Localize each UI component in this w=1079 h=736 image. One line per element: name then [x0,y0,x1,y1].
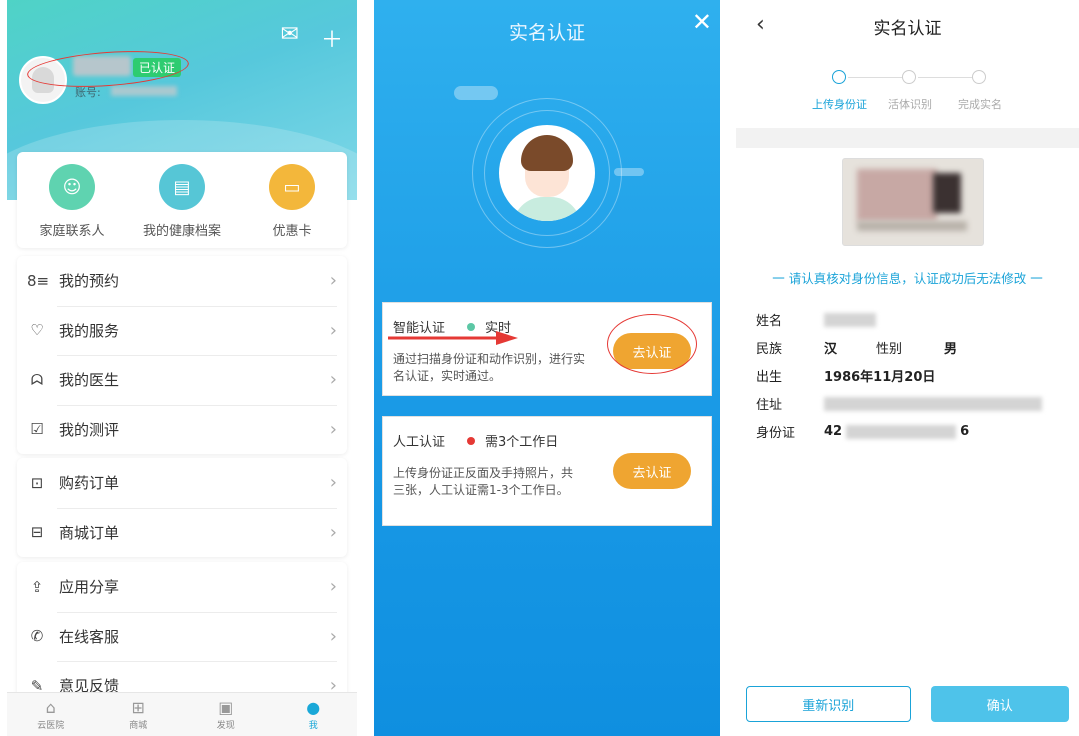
phone-icon: ✆ [30,627,44,646]
verify-notice: 一 请认真核对身份信息，认证成功后无法修改 一 [772,271,1043,286]
tab-me[interactable]: ● 我 [270,693,358,736]
step-1-indicator [832,70,846,84]
mall-icon: ⊞ [131,698,145,717]
chevron-right-icon: › [329,625,337,647]
profile-screen: ✉ ＋ 已认证 账号: ☺ 家庭联系人 ▤ 我的健康档案 ▭ 优惠卡 8≡ 我的预… [7,0,357,736]
manual-verification-tag: 需3个工作日 [485,435,559,450]
rescan-button[interactable]: 重新识别 [746,686,911,722]
chevron-right-icon: › [329,472,337,494]
quick-item-family[interactable]: ☺ 家庭联系人 [22,164,122,248]
home-icon: ⌂ [45,698,56,717]
action-bar: 重新识别 确认 [736,686,1079,736]
step-3-label: 完成实名 [958,98,1002,111]
health-record-icon: ▤ [159,164,205,210]
chevron-right-icon: › [329,418,337,440]
id-number-blurred [846,424,957,439]
chevron-right-icon: › [329,319,337,341]
birth-row: 出生 1986年11月20日 [756,370,936,385]
step-2-label: 活体识别 [888,98,932,111]
menu-group-1: 8≡ 我的预约 › ♡ 我的服务 › ᗣ 我的医生 › ☑ 我的测评 › [17,256,347,454]
manual-verify-button[interactable]: 去认证 [613,453,691,489]
shop-icon: ⊟ [30,523,44,542]
address-row: 住址 [756,394,1042,413]
name-blurred [824,312,876,327]
share-icon: ⇪ [30,577,44,596]
menu-item-shop-orders[interactable]: ⊟ 商城订单 › [17,507,347,558]
cart-icon: ⊡ [30,473,44,492]
face-illustration [499,125,595,221]
manual-verification-desc: 上传身份证正反面及手持照片，共三张，人工认证需1-3个工作日。 [393,466,574,497]
doctor-icon: ᗣ [30,370,44,389]
page-title: 实名认证 [508,22,585,44]
ethnicity-row: 民族 汉 性别 男 [756,342,958,357]
chevron-right-icon: › [329,369,337,391]
bottom-tab-bar: ⌂ 云医院 ⊞ 商城 ▣ 发现 ● 我 [7,692,357,736]
annotation-ellipse [607,314,697,374]
step-3-indicator [972,70,986,84]
id-card-photo [842,158,984,246]
account-blurred [111,86,177,96]
menu-item-assessment[interactable]: ☑ 我的测评 › [17,404,347,455]
contacts-icon: ☺ [49,164,95,210]
menu-item-appointment[interactable]: 8≡ 我的预约 › [17,256,347,306]
menu-item-doctor[interactable]: ᗣ 我的医生 › [17,355,347,405]
verification-method-screen: 实名认证 ✕ 智能认证 实时 通过扫描身份证和动作识别，进行实名认证，实时通过。… [374,0,720,736]
chevron-right-icon: › [329,576,337,598]
id-confirm-screen: ‹ 实名认证 上传身份证 活体识别 完成实名 一 请认真核对身份信息，认证成功后… [736,0,1079,736]
appointment-icon: 8≡ [27,271,50,290]
menu-group-2: ⊡ 购药订单 › ⊟ 商城订单 › [17,458,347,557]
annotation-arrow [388,331,518,345]
close-icon[interactable]: ✕ [692,8,712,36]
menu-group-3: ⇪ 应用分享 › ✆ 在线客服 › ✎ 意见反馈 › [17,562,347,711]
manual-verification-title: 人工认证 [393,435,446,450]
tab-cloud-hospital[interactable]: ⌂ 云医院 [7,693,95,736]
chevron-right-icon: › [329,270,337,292]
wallet-icon: ▭ [269,164,315,210]
quick-actions: ☺ 家庭联系人 ▤ 我的健康档案 ▭ 优惠卡 [17,152,347,248]
address-blurred [824,396,1042,411]
plus-icon[interactable]: ＋ [321,22,343,54]
smart-verification-desc: 通过扫描身份证和动作识别，进行实名认证，实时通过。 [393,352,586,383]
cloud-decoration [454,86,498,100]
page-title: 实名认证 [873,19,942,39]
quick-item-coupon[interactable]: ▭ 优惠卡 [242,164,342,248]
name-row: 姓名 [756,310,876,329]
service-icon: ♡ [30,321,44,340]
quick-item-health[interactable]: ▤ 我的健康档案 [132,164,232,248]
menu-item-drug-orders[interactable]: ⊡ 购药订单 › [17,458,347,508]
mail-icon[interactable]: ✉ [281,22,299,54]
tab-discover[interactable]: ▣ 发现 [182,693,270,736]
assessment-icon: ☑ [30,420,44,439]
status-dot [467,436,476,445]
menu-item-share[interactable]: ⇪ 应用分享 › [17,562,347,612]
manual-verification-card: 人工认证 需3个工作日 上传身份证正反面及手持照片，共三张，人工认证需1-3个工… [382,416,712,526]
menu-item-service[interactable]: ♡ 我的服务 › [17,305,347,356]
menu-item-support[interactable]: ✆ 在线客服 › [17,611,347,662]
profile-icon: ● [306,698,321,717]
id-number-row: 身份证 42 6 [756,424,970,441]
discover-icon: ▣ [218,698,234,717]
step-2-indicator [902,70,916,84]
tab-mall[interactable]: ⊞ 商城 [95,693,183,736]
chevron-right-icon: › [329,521,337,543]
progress-steps [832,68,1002,88]
confirm-button[interactable]: 确认 [930,686,1069,722]
step-1-label: 上传身份证 [812,98,867,111]
